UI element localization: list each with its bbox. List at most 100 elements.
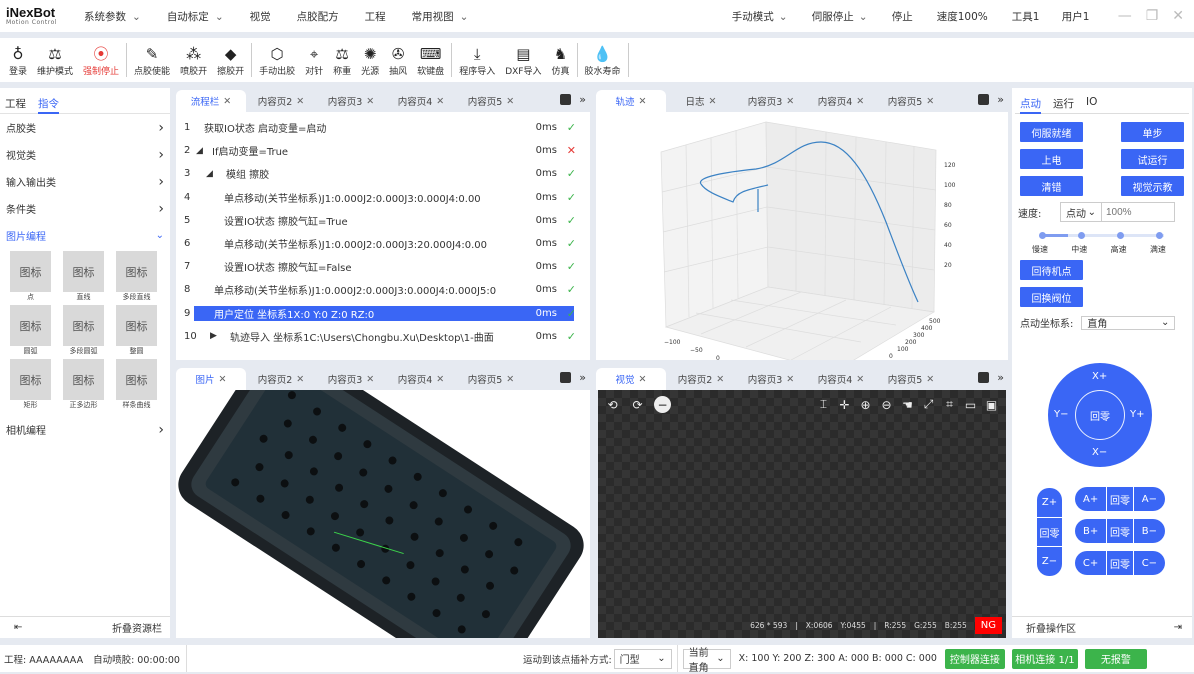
toolbar-scale-button[interactable]: ⚖ 维护模式 bbox=[32, 38, 78, 82]
tab-jog[interactable]: 点动 bbox=[1020, 96, 1041, 114]
xy-home-button[interactable]: 回零 bbox=[1075, 390, 1125, 440]
axis-minus-button[interactable]: B− bbox=[1133, 519, 1165, 543]
stop-capture-icon[interactable]: − bbox=[654, 396, 671, 413]
shape-tool[interactable]: 图标 矩形 bbox=[10, 359, 51, 410]
menu-item[interactable]: 系统参数 ⌄ bbox=[84, 9, 141, 24]
close-tab-icon[interactable]: ✕ bbox=[926, 96, 934, 107]
flow-row[interactable]: 1 获取IO状态 启动变量=启动 0ms ✓ bbox=[176, 116, 590, 139]
more-tabs-icon[interactable]: » bbox=[579, 371, 586, 384]
close-tab-icon[interactable]: ✕ bbox=[786, 96, 794, 107]
close-tab-icon[interactable]: ✕ bbox=[296, 374, 304, 385]
control-button[interactable]: 上电 bbox=[1020, 149, 1083, 169]
y-minus-button[interactable]: Y− bbox=[1054, 409, 1069, 420]
fit-icon[interactable]: ⌶ bbox=[815, 396, 832, 413]
close-tab-icon[interactable]: ✕ bbox=[436, 96, 444, 107]
flow-row[interactable]: 8 单点移动(关节坐标系)J1:0.000J2:0.000J3:0.000J4:0… bbox=[176, 278, 590, 301]
status-menu-item[interactable]: 伺服停止 ⌄ bbox=[812, 9, 892, 24]
flow-row[interactable]: 7 设置IO状态 擦胶气缸=False 0ms ✓ bbox=[176, 255, 590, 278]
continuous-capture-icon[interactable]: ⟳ bbox=[629, 396, 646, 413]
speed-input[interactable] bbox=[1101, 202, 1175, 222]
tab[interactable]: 视觉 ✕ bbox=[596, 368, 666, 390]
ruler-icon[interactable]: ▭ bbox=[962, 396, 979, 413]
zoom-out-icon[interactable]: ⊖ bbox=[878, 396, 895, 413]
save-icon[interactable]: ▣ bbox=[983, 396, 1000, 413]
flow-row[interactable]: 2 ◢ If启动变量=True 0ms ✕ bbox=[176, 139, 590, 162]
tab-instructions[interactable]: 指令 bbox=[38, 96, 59, 114]
coord-select[interactable]: 直角 ⌄ bbox=[1081, 315, 1176, 330]
more-tabs-icon[interactable]: » bbox=[579, 93, 586, 106]
close-tab-icon[interactable]: ✕ bbox=[926, 374, 934, 385]
tab[interactable]: 内容页4 ✕ bbox=[386, 368, 456, 390]
close-icon[interactable]: ✕ bbox=[1172, 8, 1184, 24]
toolbar-drop-button[interactable]: 💧 胶水寿命 bbox=[580, 38, 626, 82]
tab[interactable]: 内容页4 ✕ bbox=[386, 90, 456, 112]
flow-row[interactable]: 4 单点移动(关节坐标系)J1:0.000J2:0.000J3:0.000J4:0… bbox=[176, 186, 590, 209]
status-menu-item[interactable]: 工具1 bbox=[1012, 9, 1062, 24]
frame-select[interactable]: 当前直角 ⌄ bbox=[682, 648, 731, 674]
menu-item[interactable]: 常用视图 ⌄ bbox=[412, 9, 469, 24]
category-item[interactable]: 输入输出类 › bbox=[0, 168, 170, 195]
z-home-button[interactable]: 回零 bbox=[1037, 517, 1062, 547]
speed-dot[interactable] bbox=[1156, 232, 1164, 239]
tab[interactable]: 内容页4 ✕ bbox=[806, 368, 876, 390]
tab[interactable]: 内容页2 ✕ bbox=[246, 368, 316, 390]
shape-tool[interactable]: 图标 整圆 bbox=[116, 305, 157, 356]
toolbar-dxf-button[interactable]: ▤ DXF导入 bbox=[500, 38, 546, 82]
vision-canvas[interactable]: ⟲ ⟳ − ⌶ ✛ ⊕ ⊖ ☚ ⤢ ⌗ ▭ ▣ 626 * 593 | X:0606… bbox=[598, 390, 1006, 638]
category-image-programming[interactable]: 图片编程 ⌄ bbox=[0, 222, 170, 249]
toolbar-spray-button[interactable]: ⁂ 喷胶开 bbox=[175, 38, 212, 82]
toolbar-crosshair-button[interactable]: ⌖ 对针 bbox=[300, 38, 328, 82]
tab[interactable]: 内容页5 ✕ bbox=[876, 368, 946, 390]
interp-select[interactable]: 门型 ⌄ bbox=[613, 648, 672, 669]
menu-item[interactable]: 点胶配方 bbox=[297, 9, 339, 24]
tab-io[interactable]: IO bbox=[1086, 96, 1097, 113]
tab[interactable]: 内容页5 ✕ bbox=[456, 368, 526, 390]
toolbar-fan-button[interactable]: ✇ 抽风 bbox=[384, 38, 412, 82]
close-tab-icon[interactable]: ✕ bbox=[856, 374, 864, 385]
speed-dot[interactable] bbox=[1117, 232, 1125, 239]
toolbar-user-button[interactable]: ♁ 登录 bbox=[4, 38, 32, 82]
x-minus-button[interactable]: X− bbox=[1092, 447, 1107, 458]
close-tab-icon[interactable]: ✕ bbox=[436, 374, 444, 385]
minimize-icon[interactable]: — bbox=[1118, 8, 1132, 24]
y-plus-button[interactable]: Y+ bbox=[1130, 409, 1145, 420]
menu-item[interactable]: 自动标定 ⌄ bbox=[167, 9, 224, 24]
axis-minus-button[interactable]: C− bbox=[1133, 551, 1165, 575]
roi-icon[interactable]: ⌗ bbox=[941, 396, 958, 413]
shape-tool[interactable]: 图标 多段圆弧 bbox=[63, 305, 104, 356]
return-valve-button[interactable]: 回换阀位 bbox=[1020, 287, 1083, 307]
flow-row[interactable]: 6 单点移动(关节坐标系)J1:0.000J2:0.000J3:20.000J4:… bbox=[176, 232, 590, 255]
x-plus-button[interactable]: X+ bbox=[1092, 371, 1107, 382]
tab[interactable]: 轨迹 ✕ bbox=[596, 90, 666, 112]
axis-home-button[interactable]: 回零 bbox=[1107, 551, 1133, 575]
axis-plus-button[interactable]: B+ bbox=[1075, 519, 1107, 543]
z-plus-button[interactable]: Z+ bbox=[1037, 488, 1062, 517]
single-capture-icon[interactable]: ⟲ bbox=[604, 396, 621, 413]
shape-tool[interactable]: 图标 多段直线 bbox=[116, 251, 157, 302]
close-tab-icon[interactable]: ✕ bbox=[506, 374, 514, 385]
close-tab-icon[interactable]: ✕ bbox=[223, 96, 231, 107]
category-item[interactable]: 点胶类 › bbox=[0, 114, 170, 141]
flow-row[interactable]: 3 ◢ 模组 擦胶 0ms ✓ bbox=[176, 162, 590, 185]
shape-tool[interactable]: 图标 直线 bbox=[63, 251, 104, 302]
menu-item[interactable]: 视觉 bbox=[250, 9, 271, 24]
toolbar-stop-button[interactable]: ⦿ 强制停止 bbox=[78, 38, 124, 82]
speed-mode-select[interactable]: 点动 ⌄ bbox=[1060, 202, 1102, 222]
close-tab-icon[interactable]: ✕ bbox=[366, 374, 374, 385]
tab-project[interactable]: 工程 bbox=[5, 96, 26, 113]
more-tabs-icon[interactable]: » bbox=[997, 371, 1004, 384]
close-tab-icon[interactable]: ✕ bbox=[786, 374, 794, 385]
collapse-resources-button[interactable]: 折叠资源栏 bbox=[112, 620, 162, 635]
menu-item[interactable]: 工程 bbox=[365, 9, 386, 24]
speed-slider[interactable]: 慢速 中速 高速 满速 bbox=[1026, 226, 1180, 260]
tab[interactable]: 内容页3 ✕ bbox=[736, 368, 806, 390]
toolbar-nut-button[interactable]: ⬡ 手动出胶 bbox=[254, 38, 300, 82]
shape-tool[interactable]: 图标 正多边形 bbox=[63, 359, 104, 410]
zoom-in-icon[interactable]: ⊕ bbox=[857, 396, 874, 413]
toolbar-import-button[interactable]: ⤓ 程序导入 bbox=[454, 38, 500, 82]
axis-home-button[interactable]: 回零 bbox=[1107, 487, 1133, 511]
toolbar-light-button[interactable]: ✺ 光源 bbox=[356, 38, 384, 82]
tab[interactable]: 内容页3 ✕ bbox=[736, 90, 806, 112]
tab[interactable]: 内容页2 ✕ bbox=[666, 368, 736, 390]
axis-plus-button[interactable]: C+ bbox=[1075, 551, 1107, 575]
